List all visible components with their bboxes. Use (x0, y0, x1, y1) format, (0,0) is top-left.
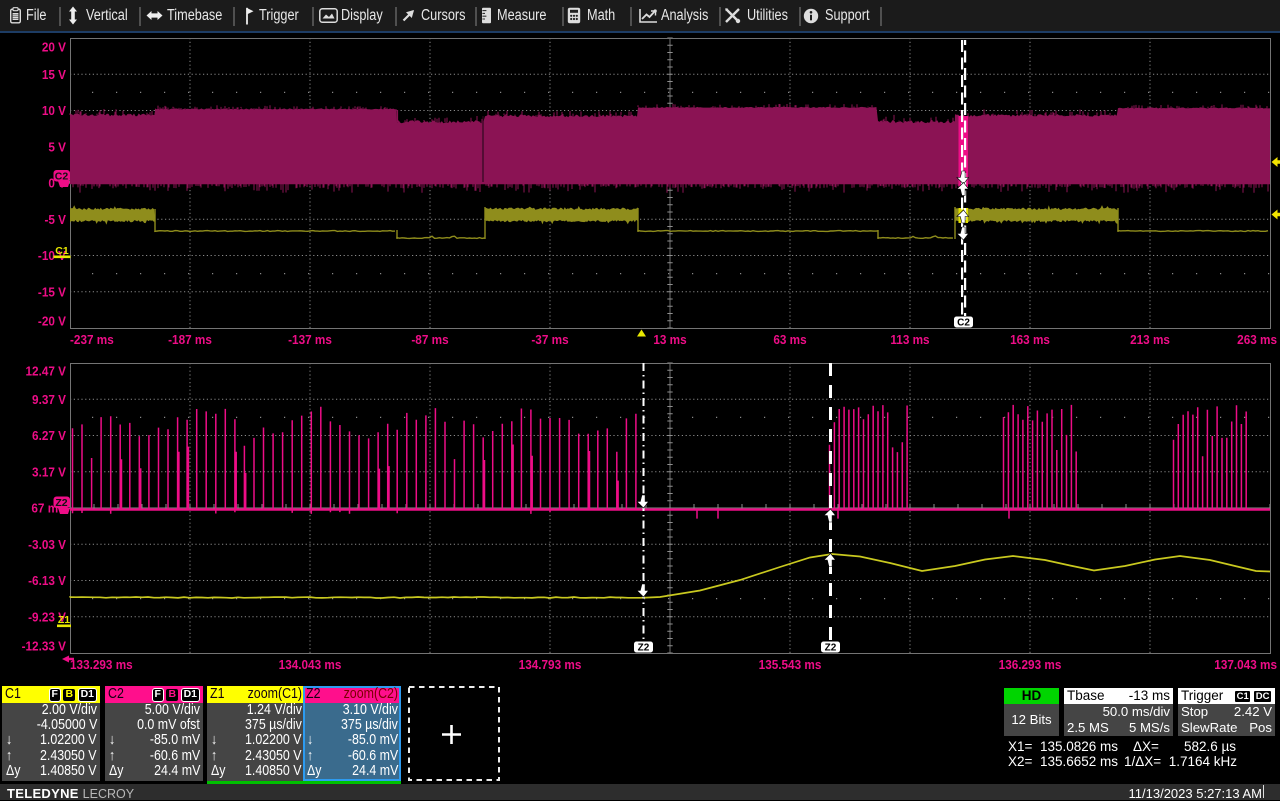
svg-text:137.043 ms: 137.043 ms (1214, 658, 1277, 672)
svg-text:113 ms: 113 ms (890, 333, 929, 347)
svg-text:-6.13 V: -6.13 V (28, 574, 66, 588)
svg-text:135.543 ms: 135.543 ms (759, 658, 822, 672)
svg-text:12.47 V: 12.47 V (26, 364, 66, 378)
svg-text:C1: C1 (55, 245, 69, 257)
svg-text:-5 V: -5 V (44, 213, 66, 227)
svg-text:-15 V: -15 V (38, 285, 66, 299)
svg-text:Z2: Z2 (638, 643, 650, 654)
svg-text:6.27 V: 6.27 V (32, 429, 66, 443)
svg-text:15 V: 15 V (42, 68, 66, 82)
svg-text:213 ms: 213 ms (1130, 333, 1170, 347)
svg-text:Z2: Z2 (825, 643, 837, 654)
svg-text:-187 ms: -187 ms (168, 333, 212, 347)
svg-text:-137 ms: -137 ms (288, 333, 332, 347)
svg-text:136.293 ms: 136.293 ms (999, 658, 1062, 672)
svg-text:-37 ms: -37 ms (531, 333, 568, 347)
svg-text:-20 V: -20 V (38, 314, 66, 328)
svg-text:20 V: 20 V (42, 40, 66, 54)
svg-text:134.793 ms: 134.793 ms (519, 658, 582, 672)
svg-text:263 ms: 263 ms (1237, 333, 1277, 347)
svg-text:5 V: 5 V (48, 140, 66, 154)
svg-text:3.17 V: 3.17 V (32, 465, 66, 479)
svg-text:-237 ms: -237 ms (70, 333, 114, 347)
svg-text:163 ms: 163 ms (1010, 333, 1050, 347)
svg-text:-3.03 V: -3.03 V (28, 538, 66, 552)
svg-text:C2: C2 (55, 171, 69, 183)
svg-text:Z1: Z1 (58, 614, 70, 626)
svg-text:134.043 ms: 134.043 ms (279, 658, 342, 672)
svg-text:133.293 ms: 133.293 ms (70, 658, 133, 672)
svg-text:10 V: 10 V (42, 104, 66, 118)
svg-text:-87 ms: -87 ms (411, 333, 448, 347)
svg-text:9.37 V: 9.37 V (32, 393, 66, 407)
svg-text:-12.33 V: -12.33 V (22, 639, 66, 653)
svg-text:63 ms: 63 ms (773, 333, 807, 347)
svg-text:C2: C2 (957, 318, 970, 329)
svg-text:Z2: Z2 (55, 497, 67, 509)
svg-text:13 ms: 13 ms (653, 333, 687, 347)
